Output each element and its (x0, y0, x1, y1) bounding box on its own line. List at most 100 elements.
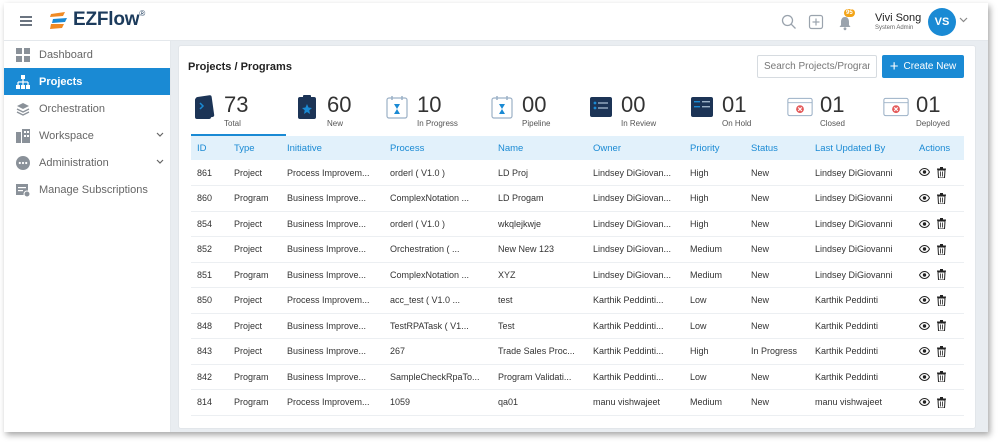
cell-actions (913, 364, 964, 390)
column-header[interactable]: Priority (684, 136, 745, 160)
avatar[interactable]: VS (928, 8, 956, 36)
cell-id: 861 (191, 160, 228, 186)
cell-initiative: Process Improvem... (281, 389, 384, 416)
cell-initiative: Business Improve... (281, 364, 384, 390)
cell-initiative: Process Improvem... (281, 287, 384, 314)
add-box-icon[interactable] (808, 14, 824, 30)
delete-trash-icon[interactable] (937, 320, 946, 331)
cell-type: Project (228, 236, 281, 263)
table-row[interactable]: 843 Project Business Improve... 267 Trade Sa… (191, 338, 964, 365)
cell-status: New (745, 160, 809, 186)
cell-name: New New 123 (492, 236, 587, 263)
column-header[interactable]: Owner (587, 136, 684, 160)
chevron-down-icon[interactable] (156, 132, 164, 137)
column-header[interactable]: Last Updated By (809, 136, 913, 160)
delete-trash-icon[interactable] (937, 192, 946, 204)
cell-priority: Medium (684, 262, 745, 288)
table-row[interactable]: 861 Project Process Improvem... orderl ( V1… (191, 160, 964, 186)
cell-priority: High (684, 160, 745, 186)
stat-value: 01 (820, 92, 845, 117)
row-actions (919, 243, 953, 255)
cell-owner: Karthik Peddinti... (587, 364, 684, 390)
delete-trash-icon[interactable] (937, 345, 946, 357)
table-row[interactable]: 852 Project Business Improve... Orchestrati… (191, 236, 964, 263)
sidebar-item-dashboard[interactable]: Dashboard (4, 41, 170, 68)
user-name[interactable]: Vivi Song (875, 12, 921, 24)
cell-last-updated-by: Lindsey DiGiovanni (809, 185, 913, 212)
delete-trash-icon[interactable] (937, 396, 946, 408)
top-bar: EZFlow® 95 Vivi Song System Admin VS (4, 3, 988, 41)
column-header[interactable]: Initiative (281, 136, 384, 160)
view-eye-icon[interactable] (919, 321, 930, 330)
sidebar-item-orchestration[interactable]: Orchestration (4, 95, 170, 122)
table-row[interactable]: 851 Program Business Improve... ComplexNota… (191, 262, 964, 288)
cell-id: 848 (191, 313, 228, 339)
search-icon[interactable] (781, 14, 797, 30)
sidebar-item-manage-subscriptions[interactable]: Manage Subscriptions (4, 176, 170, 203)
logo-text: EZFlow® (73, 9, 146, 30)
column-header[interactable]: Name (492, 136, 587, 160)
view-eye-icon[interactable] (919, 245, 930, 253)
cell-process: TestRPATask ( V1... (384, 313, 492, 339)
delete-trash-icon[interactable] (937, 294, 946, 306)
view-eye-icon[interactable] (919, 168, 930, 177)
app-logo[interactable]: EZFlow® (48, 9, 145, 31)
delete-trash-icon[interactable] (937, 371, 946, 382)
sidebar-item-workspace[interactable]: Workspace (4, 122, 170, 149)
table-row[interactable]: 850 Project Process Improvem... acc_test ( … (191, 287, 964, 314)
view-eye-icon[interactable] (919, 296, 930, 304)
delete-trash-icon[interactable] (937, 269, 946, 280)
cell-priority: Low (684, 364, 745, 390)
delete-trash-icon[interactable] (937, 218, 946, 229)
on-hold-window-icon (691, 97, 713, 117)
cell-name: LD Progam (492, 185, 587, 212)
cell-process: acc_test ( V1.0 ... (384, 287, 492, 314)
review-window-icon (590, 97, 612, 117)
delete-trash-icon[interactable] (937, 166, 946, 178)
column-header[interactable]: Process (384, 136, 492, 160)
hamburger-menu-icon[interactable] (20, 16, 32, 26)
breadcrumb[interactable]: Projects / Programs (188, 61, 292, 73)
view-eye-icon[interactable] (919, 194, 930, 202)
table-row[interactable]: 842 Program Business Improve... SampleCheck… (191, 364, 964, 390)
sidebar-item-administration[interactable]: Administration (4, 149, 170, 176)
bell-icon[interactable] (837, 15, 853, 31)
sidebar-item-label: Orchestration (39, 102, 106, 115)
cell-initiative: Business Improve... (281, 313, 384, 339)
sidebar-item-projects[interactable]: Projects (4, 68, 170, 95)
layers-icon (16, 102, 30, 116)
column-header[interactable]: Type (228, 136, 281, 160)
view-eye-icon[interactable] (919, 398, 930, 406)
sitemap-icon (16, 74, 30, 89)
search-input[interactable] (757, 55, 877, 78)
clipboard-star-icon (298, 95, 316, 119)
column-header[interactable]: Actions (913, 136, 964, 160)
cell-id: 843 (191, 338, 228, 365)
row-actions (919, 294, 953, 306)
cell-priority: High (684, 185, 745, 212)
table-row[interactable]: 860 Program Business Improve... ComplexNota… (191, 185, 964, 212)
table-row[interactable]: 814 Program Process Improvem... 1059 qa01 man… (191, 389, 964, 416)
cell-owner: manu vishwajeet (587, 389, 684, 416)
view-eye-icon[interactable] (919, 219, 930, 228)
chevron-down-icon[interactable] (959, 17, 968, 23)
cell-actions (913, 211, 964, 237)
row-actions (919, 166, 953, 178)
table-row[interactable]: 848 Project Business Improve... TestRPATask… (191, 313, 964, 339)
cell-id: 850 (191, 287, 228, 314)
create-new-button[interactable]: + Create New (882, 55, 964, 78)
table-row[interactable]: 854 Project Business Improve... orderl ( V1… (191, 211, 964, 237)
view-eye-icon[interactable] (919, 270, 930, 279)
chevron-down-icon[interactable] (156, 159, 164, 164)
cell-actions (913, 313, 964, 339)
column-header[interactable]: Status (745, 136, 809, 160)
cell-id: 854 (191, 211, 228, 237)
delete-trash-icon[interactable] (937, 243, 946, 255)
view-eye-icon[interactable] (919, 347, 930, 355)
column-header[interactable]: ID (191, 136, 228, 160)
cell-last-updated-by: manu vishwajeet (809, 389, 913, 416)
stat-label: New (327, 119, 344, 128)
cell-actions (913, 185, 964, 212)
cell-initiative: Business Improve... (281, 236, 384, 263)
view-eye-icon[interactable] (919, 372, 930, 381)
